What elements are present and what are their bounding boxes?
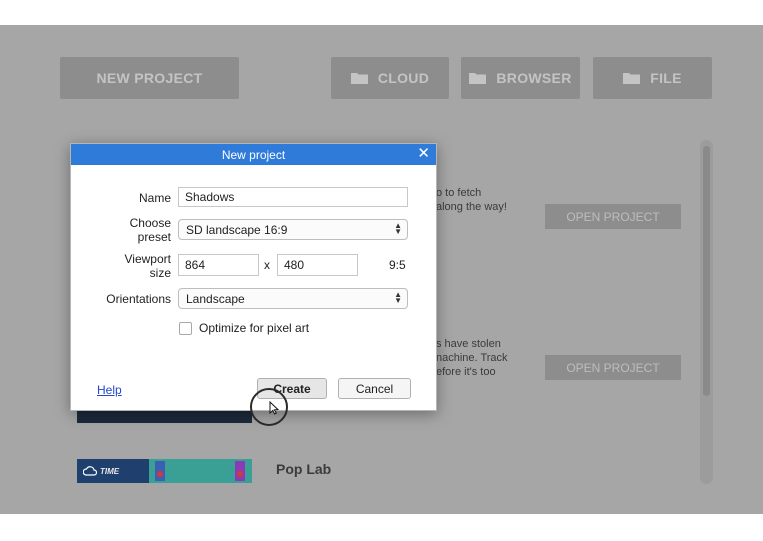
browser-label: BROWSER xyxy=(496,70,572,86)
project-description: s have stolen nachine. Track efore it's … xyxy=(436,338,508,378)
dialog-title: New project xyxy=(221,147,286,162)
name-label: Name xyxy=(138,191,171,205)
orientation-select[interactable]: Landscape ▲ ▼ xyxy=(178,288,408,309)
pixel-art-label[interactable]: Optimize for pixel art xyxy=(199,321,309,335)
poplab-thumbnail[interactable]: TIME xyxy=(77,459,252,483)
scrollbar-thumb[interactable] xyxy=(703,146,710,396)
project-title: Pop Lab xyxy=(276,461,332,477)
viewport-height-field[interactable]: 480 xyxy=(277,254,358,276)
thumbnail-banner: TIME xyxy=(77,459,149,483)
name-field[interactable]: Shadows xyxy=(178,187,408,207)
close-icon[interactable]: ✕ xyxy=(417,146,430,162)
cloud-button[interactable]: CLOUD xyxy=(331,57,449,99)
cloud-icon xyxy=(83,466,97,476)
file-label: FILE xyxy=(650,70,682,86)
new-project-label: NEW PROJECT xyxy=(96,70,203,86)
thumbnail-art xyxy=(149,459,252,483)
new-project-dialog: New project ✕ Name Shadows Choose preset… xyxy=(70,143,437,411)
pixel-art-checkbox[interactable] xyxy=(179,322,192,335)
aspect-ratio: 9:5 xyxy=(389,258,406,272)
dialog-titlebar: New project ✕ xyxy=(71,144,436,165)
project-manager: NEW PROJECT CLOUD BROWSER FILE o to fetc… xyxy=(0,25,763,514)
viewport-separator: x xyxy=(264,258,270,272)
cancel-button[interactable]: Cancel xyxy=(338,378,411,399)
select-arrows-icon: ▲ ▼ xyxy=(394,290,402,305)
viewport-width-field[interactable]: 864 xyxy=(178,254,259,276)
orientation-label: Orientations xyxy=(106,292,171,306)
new-project-button[interactable]: NEW PROJECT xyxy=(60,57,239,99)
preset-label: Choose preset xyxy=(129,216,171,244)
cloud-label: CLOUD xyxy=(377,70,430,86)
browser-button[interactable]: BROWSER xyxy=(461,57,580,99)
scrollbar[interactable] xyxy=(700,140,713,484)
select-arrows-icon: ▲ ▼ xyxy=(394,221,402,236)
help-link[interactable]: Help xyxy=(97,383,122,397)
project-description: o to fetch along the way! xyxy=(436,187,507,213)
mouse-pointer-icon xyxy=(269,401,279,415)
folder-icon xyxy=(623,73,641,84)
folder-icon xyxy=(469,73,487,84)
file-button[interactable]: FILE xyxy=(593,57,712,99)
open-project-button[interactable]: OPEN PROJECT xyxy=(545,204,681,229)
preset-select[interactable]: SD landscape 16:9 ▲ ▼ xyxy=(178,219,408,240)
folder-icon xyxy=(350,73,368,84)
open-project-button[interactable]: OPEN PROJECT xyxy=(545,355,681,380)
viewport-label: Viewport size xyxy=(124,252,171,280)
